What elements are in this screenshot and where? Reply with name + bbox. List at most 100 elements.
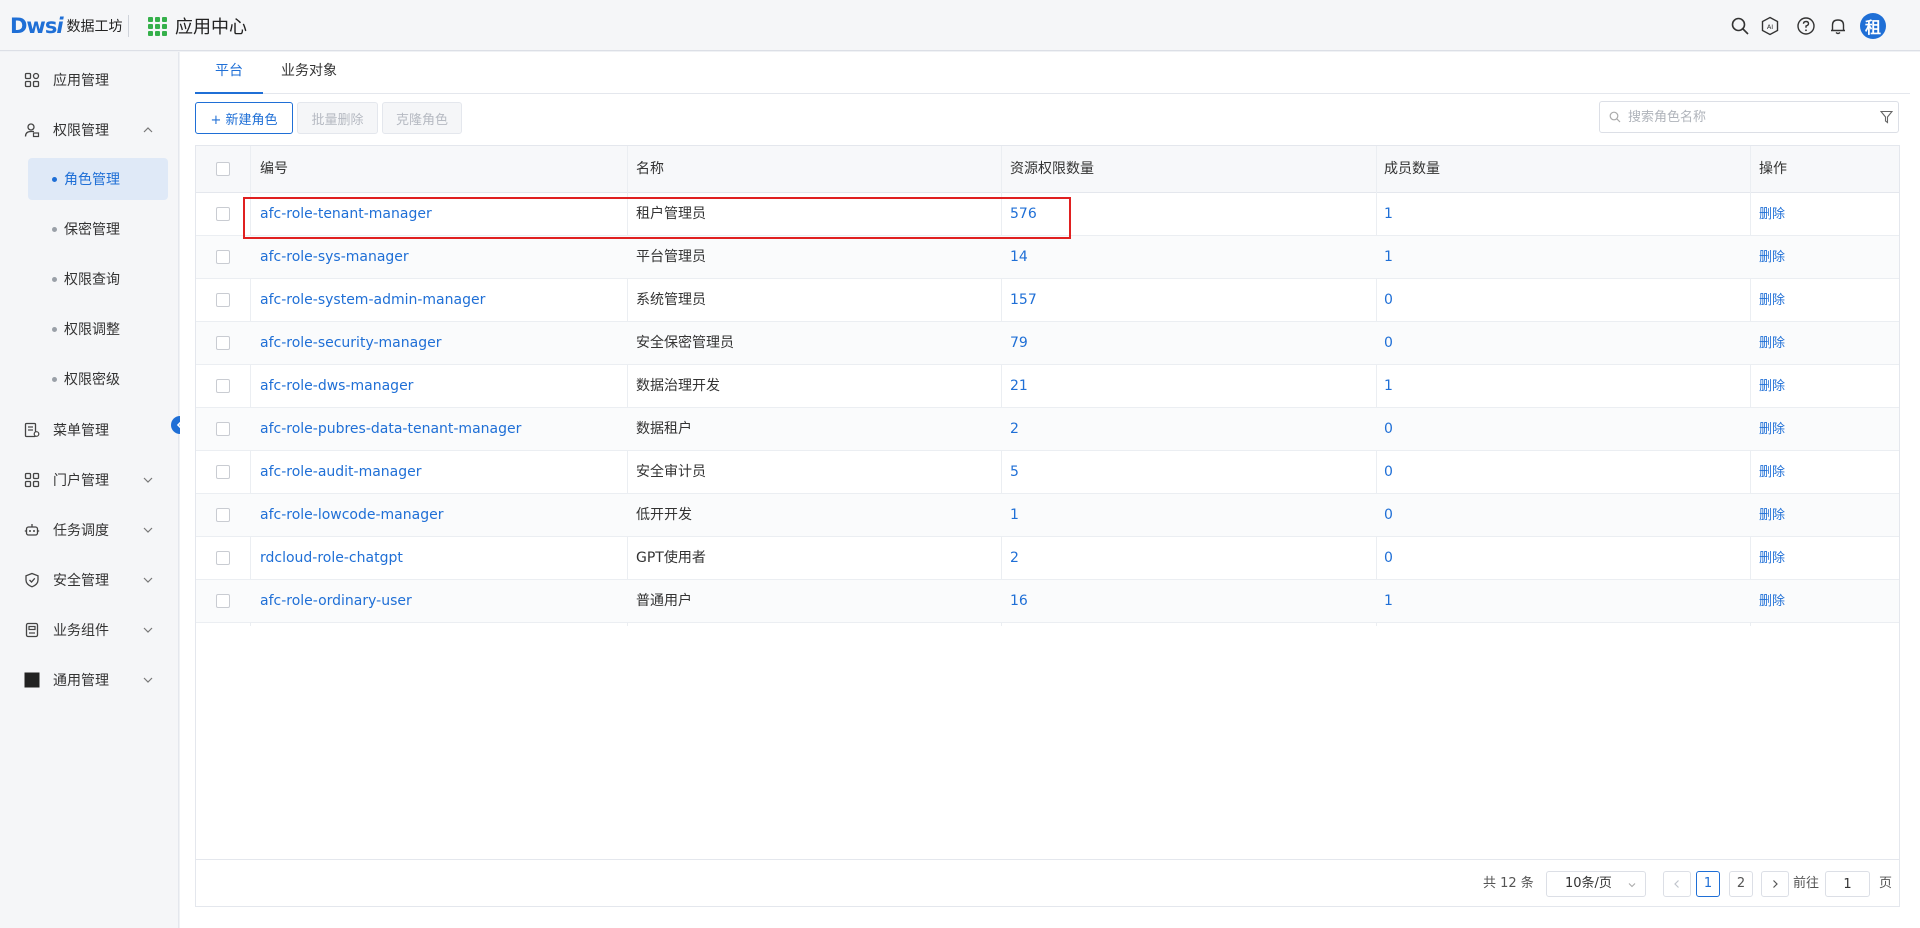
member-count-link[interactable]: 0 [1384,279,1393,322]
resource-count-link[interactable]: 157 [1010,279,1037,322]
logo-mark: Dwsi [10,14,64,38]
member-count-link[interactable]: 1 [1384,365,1393,408]
row-checkbox[interactable] [216,551,230,565]
app-center[interactable]: 应用中心 [148,13,247,39]
row-checkbox[interactable] [216,250,230,264]
table-header: 编号 名称 资源权限数量 成员数量 操作 [196,146,1899,193]
sidebar-subitem-label: 权限密级 [64,372,120,388]
page-button-2[interactable]: 2 [1729,871,1753,897]
role-name: GPT使用者 [636,550,706,566]
bullet-dot [52,376,57,382]
row-checkbox[interactable] [216,207,230,221]
delete-link[interactable]: 删除 [1759,451,1785,494]
portal-grid-icon [24,472,40,488]
tab-business-object[interactable]: 业务对象 [263,52,355,94]
member-count-link[interactable]: 0 [1384,322,1393,365]
row-checkbox[interactable] [216,508,230,522]
sidebar-item-label: 权限管理 [53,123,109,139]
role-code-link[interactable]: afc-role-sys-manager [260,236,409,279]
role-code-link[interactable]: afc-role-system-admin-manager [260,279,485,322]
select-all-checkbox[interactable] [216,162,230,176]
sidebar-subitem-permission-level[interactable]: 权限密级 [28,358,168,400]
help-icon[interactable] [1796,16,1816,36]
delete-link[interactable]: 删除 [1759,537,1785,580]
member-count-link[interactable]: 1 [1384,193,1393,236]
sidebar-item-business-components[interactable]: 业务组件 [0,610,178,650]
logo-mark-i: i [56,14,63,38]
role-code-link[interactable]: afc-role-pubres-data-tenant-manager [260,408,521,451]
sidebar-subitem-permission-query[interactable]: 权限查询 [28,258,168,300]
role-code-link[interactable]: afc-role-tenant-manager [260,193,432,236]
resource-count-link[interactable]: 21 [1010,365,1028,408]
resource-count-link[interactable]: 2 [1010,537,1019,580]
member-count-link[interactable]: 0 [1384,494,1393,537]
filter-icon[interactable] [1880,110,1893,124]
table-row: afc-role-security-manager 安全保密管理员 79 0 删… [196,322,1899,365]
delete-link[interactable]: 删除 [1759,494,1785,537]
role-name: 系统管理员 [636,292,706,308]
batch-delete-button[interactable]: 批量删除 [297,102,378,134]
clone-role-button[interactable]: 克隆角色 [382,102,462,134]
role-code-link[interactable]: afc-role-dws-manager [260,365,413,408]
role-code-link[interactable]: rdcloud-role-chatgpt [260,537,403,580]
delete-link[interactable]: 删除 [1759,279,1785,322]
sidebar-item-label: 任务调度 [53,523,109,539]
resource-count-link[interactable]: 1 [1010,494,1019,537]
role-code-link[interactable]: afc-role-lowcode-manager [260,494,443,537]
delete-link[interactable]: 删除 [1759,193,1785,236]
row-checkbox[interactable] [216,293,230,307]
page-button-1[interactable]: 1 [1696,871,1720,897]
role-code-link[interactable]: afc-role-audit-manager [260,451,422,494]
sidebar-subitem-permission-adjust[interactable]: 权限调整 [28,308,168,350]
member-count-link[interactable]: 0 [1384,408,1393,451]
page-size-select[interactable]: 10条/页 [1546,871,1646,897]
resource-count-link[interactable]: 14 [1010,236,1028,279]
row-checkbox[interactable] [216,422,230,436]
row-checkbox[interactable] [216,594,230,608]
member-count-link[interactable]: 0 [1384,537,1393,580]
role-name: 数据治理开发 [636,378,720,394]
next-page-button[interactable] [1761,871,1789,897]
row-checkbox[interactable] [216,336,230,350]
resource-count-link[interactable]: 79 [1010,322,1028,365]
logo[interactable]: Dwsi 数据工坊 [10,14,123,38]
bell-icon[interactable] [1828,16,1848,36]
prev-page-button[interactable] [1663,871,1691,897]
delete-link[interactable]: 删除 [1759,365,1785,408]
table-row: afc-role-audit-manager 安全审计员 5 0 删除 [196,451,1899,494]
delete-link[interactable]: 删除 [1759,580,1785,623]
search-icon [1609,111,1621,123]
row-checkbox[interactable] [216,465,230,479]
sidebar-item-menu-management[interactable]: 菜单管理 [0,410,178,450]
search-input[interactable] [1628,106,1868,128]
role-code-link[interactable]: afc-role-ordinary-user [260,580,412,623]
resource-count-link[interactable]: 16 [1010,580,1028,623]
sidebar-subitem-secrecy-management[interactable]: 保密管理 [28,208,168,250]
tab-platform[interactable]: 平台 [195,52,263,94]
resource-count-link[interactable]: 2 [1010,408,1019,451]
role-code-link[interactable]: afc-role-security-manager [260,322,441,365]
member-count-link[interactable]: 0 [1384,451,1393,494]
avatar[interactable]: 租 [1860,13,1886,39]
new-role-button[interactable]: + 新建角色 [195,102,293,134]
delete-link[interactable]: 删除 [1759,236,1785,279]
resource-count-link[interactable]: 576 [1010,193,1037,236]
resource-count-link[interactable]: 5 [1010,451,1019,494]
row-checkbox[interactable] [216,379,230,393]
goto-page-input[interactable] [1825,871,1870,897]
sidebar-item-portal-management[interactable]: 门户管理 [0,460,178,500]
sidebar-item-task-scheduling[interactable]: 任务调度 [0,510,178,550]
sidebar-item-app-management[interactable]: 应用管理 [0,60,178,100]
table-row: afc-role-dws-manager 数据治理开发 21 1 删除 [196,365,1899,408]
column-header-name: 名称 [636,161,664,177]
ai-icon[interactable]: AI [1760,16,1780,36]
sidebar-item-general-management[interactable]: 通用管理 [0,660,178,700]
sidebar-subitem-role-management[interactable]: 角色管理 [28,158,168,200]
delete-link[interactable]: 删除 [1759,408,1785,451]
search-icon[interactable] [1730,16,1750,36]
member-count-link[interactable]: 1 [1384,236,1393,279]
delete-link[interactable]: 删除 [1759,322,1785,365]
sidebar-item-security-management[interactable]: 安全管理 [0,560,178,600]
sidebar-item-permission-management[interactable]: 权限管理 [0,110,178,150]
member-count-link[interactable]: 1 [1384,580,1393,623]
